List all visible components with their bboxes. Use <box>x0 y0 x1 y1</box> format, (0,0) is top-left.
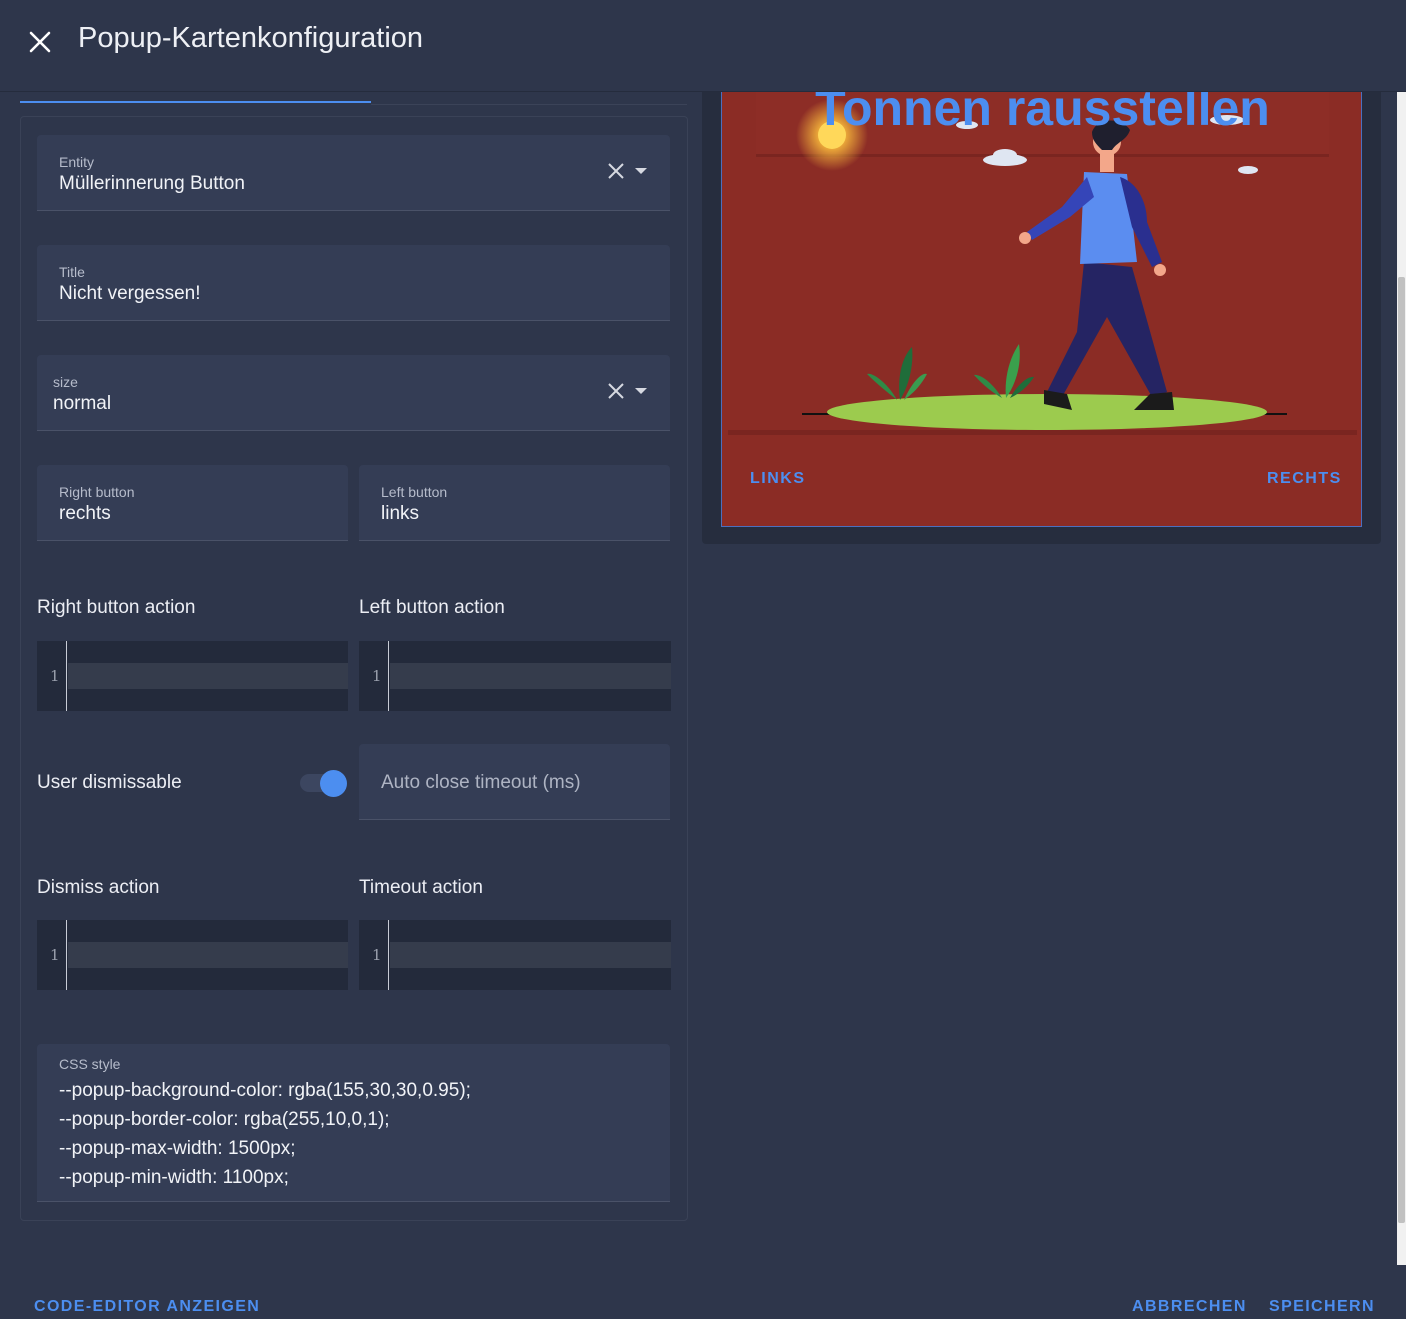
clear-icon[interactable] <box>608 383 624 399</box>
size-field[interactable]: size normal <box>37 355 670 431</box>
user-dismissable-toggle[interactable] <box>298 768 350 798</box>
right-button-value: rechts <box>59 503 111 524</box>
active-line[interactable] <box>390 942 671 968</box>
preview-left-button[interactable]: LINKS <box>750 470 806 488</box>
save-button[interactable]: SPEICHERN <box>1269 1298 1375 1316</box>
size-label: size <box>53 374 78 390</box>
timeout-action-title: Timeout action <box>359 877 483 898</box>
popup-preview-card: Tonnen rausstellen <box>721 92 1362 527</box>
dismiss-action-title: Dismiss action <box>37 877 160 898</box>
auto-close-timeout-placeholder: Auto close timeout (ms) <box>381 772 581 793</box>
active-tab-indicator[interactable] <box>20 101 371 103</box>
title-label: Title <box>59 264 85 280</box>
css-style-field[interactable]: CSS style --popup-background-color: rgba… <box>37 1044 670 1202</box>
line-number: 1 <box>50 946 60 964</box>
clear-icon[interactable] <box>608 163 624 179</box>
toggle-knob <box>320 770 347 797</box>
line-number: 1 <box>372 667 382 685</box>
right-button-label: Right button <box>59 484 135 500</box>
active-line[interactable] <box>68 942 348 968</box>
css-line: --popup-min-width: 1100px; <box>59 1167 289 1188</box>
dialog-title: Popup-Kartenkonfiguration <box>78 22 424 54</box>
line-number: 1 <box>372 946 382 964</box>
scrollbar-thumb[interactable] <box>1398 277 1405 1223</box>
css-line: --popup-max-width: 1500px; <box>59 1138 296 1159</box>
left-button-value: links <box>381 503 420 524</box>
preview-heading: Tonnen rausstellen <box>815 92 1270 136</box>
show-code-editor-button[interactable]: CODE-EDITOR ANZEIGEN <box>34 1298 260 1316</box>
tab-track <box>371 104 687 105</box>
css-line: --popup-background-color: rgba(155,30,30… <box>59 1080 471 1101</box>
active-line[interactable] <box>68 663 348 689</box>
cancel-button[interactable]: ABBRECHEN <box>1132 1298 1247 1316</box>
dismiss-action-editor[interactable]: 1 <box>37 920 348 990</box>
left-button-field[interactable]: Left button links <box>359 465 670 541</box>
timeout-action-editor[interactable]: 1 <box>359 920 671 990</box>
left-button-action-title: Left button action <box>359 597 505 618</box>
scrollbar[interactable] <box>1397 92 1406 1265</box>
left-button-label: Left button <box>381 484 448 500</box>
right-button-field[interactable]: Right button rechts <box>37 465 348 541</box>
chevron-down-icon[interactable] <box>634 167 648 175</box>
user-dismissable-label: User dismissable <box>37 772 182 793</box>
entity-value: Müllerinnerung Button <box>59 173 245 194</box>
right-button-action-editor[interactable]: 1 <box>37 641 348 711</box>
close-button[interactable] <box>22 24 58 60</box>
chevron-down-icon[interactable] <box>634 387 648 395</box>
entity-label: Entity <box>59 154 95 170</box>
title-value: Nicht vergessen! <box>59 283 201 304</box>
css-style-label: CSS style <box>59 1056 121 1072</box>
entity-field[interactable]: Entity Müllerinnerung Button <box>37 135 670 211</box>
css-style-value: --popup-background-color: rgba(155,30,30… <box>59 1076 471 1192</box>
preview-right-button[interactable]: RECHTS <box>1267 470 1342 488</box>
left-button-action-editor[interactable]: 1 <box>359 641 671 711</box>
css-line: --popup-border-color: rgba(255,10,0,1); <box>59 1109 390 1130</box>
line-number: 1 <box>50 667 60 685</box>
close-icon <box>29 31 51 53</box>
auto-close-timeout-field[interactable]: Auto close timeout (ms) <box>359 744 670 820</box>
dialog-header: Popup-Kartenkonfiguration <box>0 0 1406 92</box>
title-field[interactable]: Title Nicht vergessen! <box>37 245 670 321</box>
active-line[interactable] <box>390 663 671 689</box>
size-value: normal <box>53 393 112 414</box>
right-button-action-title: Right button action <box>37 597 196 618</box>
garbage-reminder-illustration <box>728 92 1357 435</box>
